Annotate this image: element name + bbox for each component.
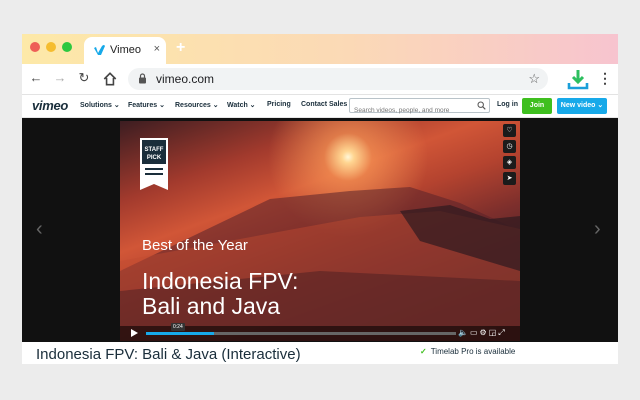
nav-resources[interactable]: Resources ⌄ bbox=[175, 101, 219, 109]
tab-close-icon[interactable]: × bbox=[154, 43, 160, 55]
pip-icon[interactable]: ◲ bbox=[489, 328, 499, 337]
video-title: Indonesia FPV: Bali & Java (Interactive) bbox=[36, 346, 301, 363]
lock-icon bbox=[139, 73, 146, 84]
close-window-button[interactable] bbox=[30, 42, 40, 52]
next-arrow-icon[interactable]: › bbox=[594, 218, 601, 241]
vimeo-header: vimeo Solutions ⌄ Features ⌄ Resources ⌄… bbox=[22, 95, 618, 118]
home-icon[interactable] bbox=[102, 71, 118, 87]
join-button[interactable]: Join bbox=[522, 98, 552, 114]
tab-strip: Vimeo × + bbox=[22, 34, 618, 64]
video-overlay-title-line2: Bali and Java bbox=[142, 293, 281, 319]
bookmark-star-icon[interactable]: ☆ bbox=[528, 71, 540, 87]
nav-solutions[interactable]: Solutions ⌄ bbox=[80, 101, 120, 109]
fullscreen-icon[interactable]: ⤢ bbox=[498, 328, 506, 337]
video-player[interactable]: STAFF PICK Best of the Year Indonesia FP… bbox=[120, 121, 520, 341]
nav-pricing[interactable]: Pricing bbox=[267, 101, 291, 108]
url-text: vimeo.com bbox=[156, 72, 215, 86]
video-overlay-title: Indonesia FPV: Bali and Java bbox=[142, 269, 298, 319]
check-icon: ✓ bbox=[420, 347, 427, 356]
staff-pick-badge: STAFF PICK bbox=[140, 138, 168, 190]
address-bar[interactable]: vimeo.com ☆ bbox=[128, 68, 548, 90]
timelab-notice: ✓ Timelab Pro is available bbox=[420, 347, 515, 356]
back-icon[interactable]: ← bbox=[28, 70, 44, 86]
time-badge: 0:24 bbox=[171, 323, 185, 331]
player-stage: ‹ › STAFF PICK Best of the Year Indonesi… bbox=[22, 118, 618, 342]
volume-icon[interactable]: 🔈 bbox=[458, 328, 470, 337]
search-icon[interactable] bbox=[477, 101, 486, 110]
like-heart-icon[interactable]: ♡ bbox=[503, 124, 516, 137]
login-link[interactable]: Log in bbox=[497, 101, 518, 108]
new-tab-button[interactable]: + bbox=[176, 39, 185, 57]
vimeo-search bbox=[349, 98, 490, 117]
settings-gear-icon[interactable]: ⚙ bbox=[480, 328, 489, 337]
new-video-button[interactable]: New video ⌄ bbox=[557, 98, 607, 114]
tab-title: Vimeo bbox=[110, 44, 141, 56]
vimeo-logo-icon bbox=[94, 45, 105, 55]
browser-menu-icon[interactable]: ⋮ bbox=[598, 70, 612, 87]
nav-watch[interactable]: Watch ⌄ bbox=[227, 101, 256, 109]
share-icon[interactable]: ➤ bbox=[503, 172, 516, 185]
captions-icon[interactable]: ▭ bbox=[470, 328, 480, 337]
vimeo-logo[interactable]: vimeo bbox=[32, 98, 68, 113]
player-controls: 0:24 🔈▭⚙◲⤢ bbox=[120, 323, 520, 341]
browser-toolbar: ← → ↻ vimeo.com ☆ ⋮ bbox=[22, 64, 618, 95]
nav-contact-sales[interactable]: Contact Sales bbox=[301, 101, 347, 108]
staff-pick-line1: STAFF bbox=[145, 147, 164, 153]
browser-window: Vimeo × + ← → ↻ vimeo.com ☆ ⋮ vimeo Solu… bbox=[22, 34, 618, 364]
minimize-window-button[interactable] bbox=[46, 42, 56, 52]
timelab-text: Timelab Pro is available bbox=[430, 347, 516, 356]
staff-pick-line2: PICK bbox=[147, 155, 162, 161]
forward-icon[interactable]: → bbox=[52, 70, 68, 86]
control-icons: 🔈▭⚙◲⤢ bbox=[458, 328, 507, 338]
player-side-icons: ♡ ◷ ◈ ➤ bbox=[503, 124, 517, 188]
reload-icon[interactable]: ↻ bbox=[76, 70, 92, 86]
watch-later-clock-icon[interactable]: ◷ bbox=[503, 140, 516, 153]
nav-features[interactable]: Features ⌄ bbox=[128, 101, 165, 109]
collections-layers-icon[interactable]: ◈ bbox=[503, 156, 516, 169]
download-extension-icon[interactable] bbox=[566, 68, 590, 90]
progress-bar[interactable]: 0:24 bbox=[146, 323, 456, 335]
video-overlay-title-line1: Indonesia FPV: bbox=[142, 268, 299, 294]
tab-vimeo[interactable]: Vimeo × bbox=[84, 37, 166, 64]
search-input[interactable] bbox=[350, 104, 479, 117]
progress-fill bbox=[146, 332, 215, 335]
below-player: Indonesia FPV: Bali & Java (Interactive)… bbox=[22, 342, 618, 364]
video-overlay-subtitle: Best of the Year bbox=[142, 237, 248, 254]
maximize-window-button[interactable] bbox=[62, 42, 72, 52]
previous-arrow-icon[interactable]: ‹ bbox=[36, 218, 43, 241]
play-icon[interactable] bbox=[131, 329, 138, 337]
